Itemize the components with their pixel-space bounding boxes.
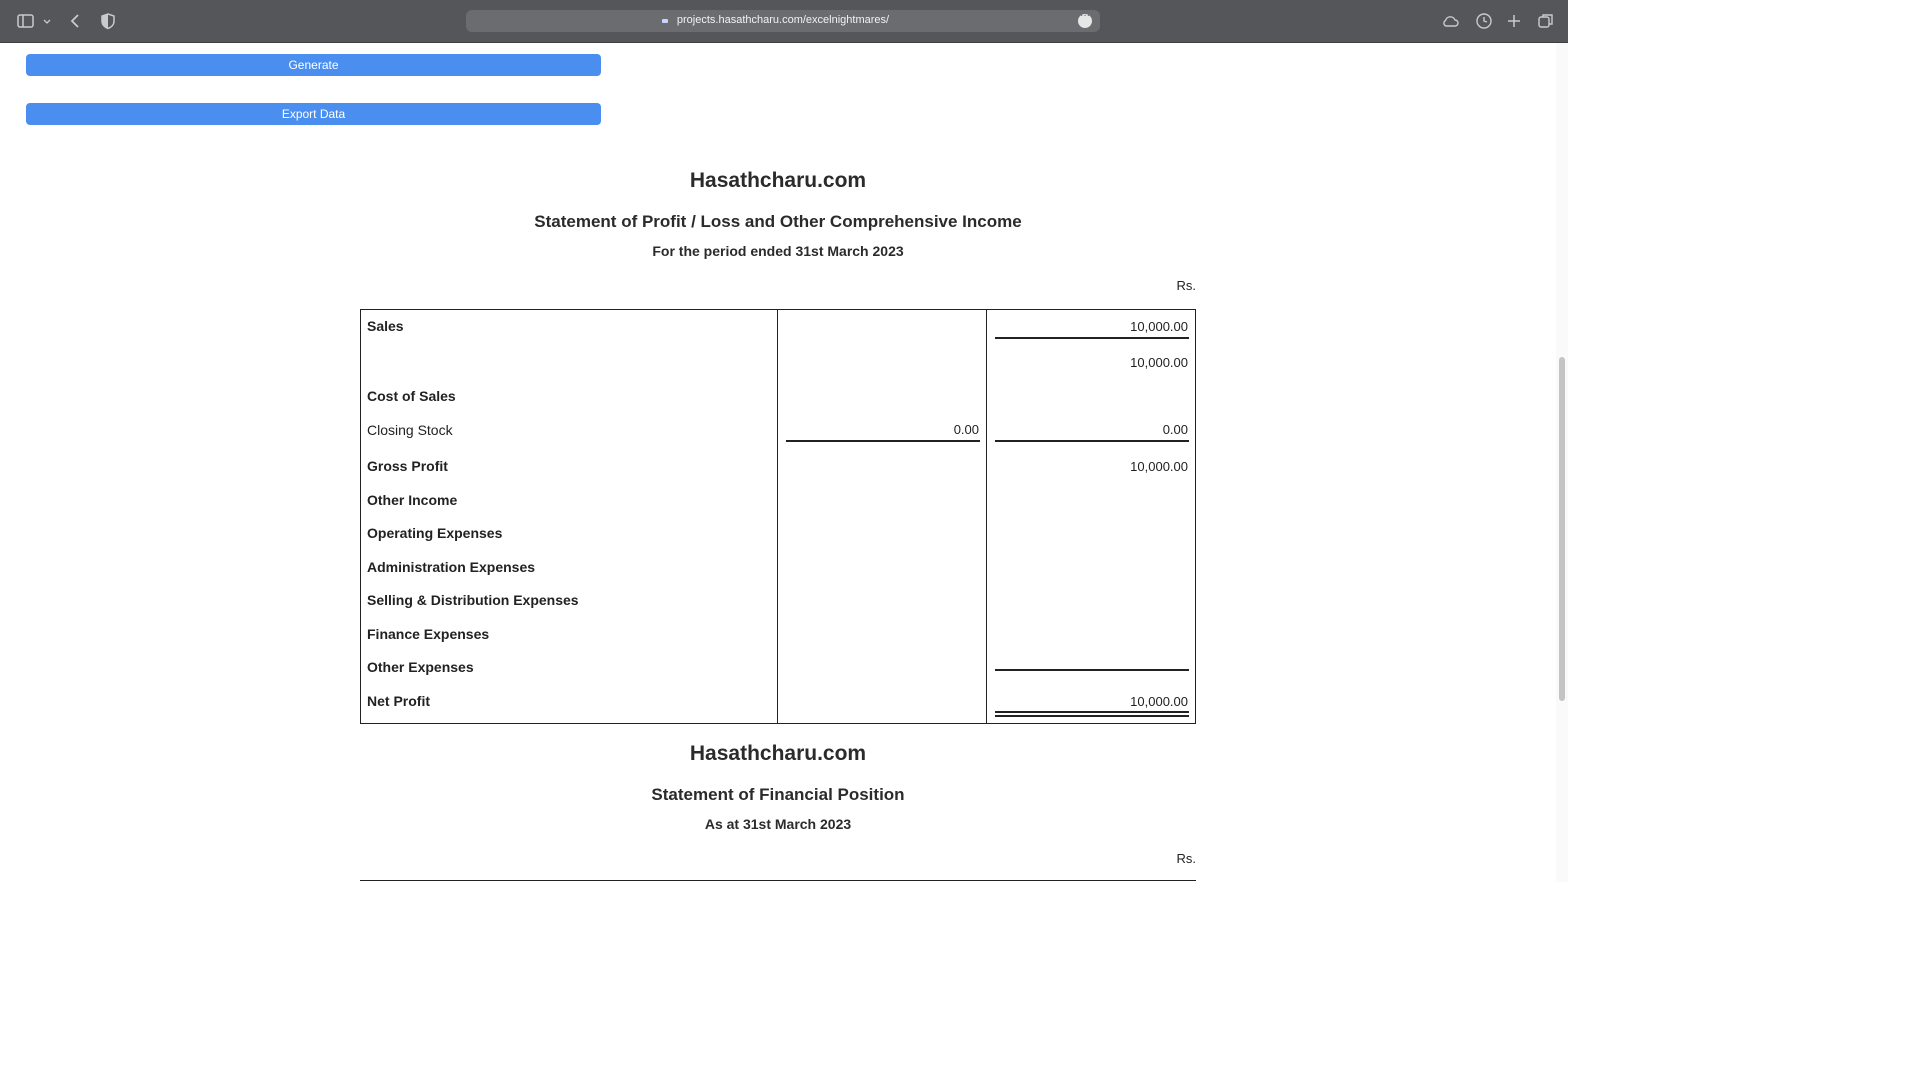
- export-data-button[interactable]: Export Data: [26, 103, 601, 125]
- more-options-icon[interactable]: [1078, 10, 1092, 28]
- value-gross-profit: 10,000.00: [1130, 459, 1188, 474]
- column-divider: [986, 310, 987, 723]
- scrollbar-thumb[interactable]: [1559, 357, 1565, 701]
- row-label-net-profit: Net Profit: [367, 693, 430, 709]
- pl-site-title: Hasathcharu.com: [689, 169, 867, 192]
- row-label-sales: Sales: [367, 318, 404, 334]
- new-tab-plus-icon[interactable]: [1504, 11, 1524, 31]
- tab-overview-icon[interactable]: [1536, 11, 1556, 31]
- row-label-selling-distribution-expenses: Selling & Distribution Expenses: [367, 592, 579, 608]
- value-closing-stock: 0.00: [1162, 422, 1188, 437]
- row-label-administration-expenses: Administration Expenses: [367, 559, 536, 575]
- row-label-other-expenses: Other Expenses: [367, 659, 474, 675]
- row-label-finance-expenses: Finance Expenses: [367, 626, 490, 642]
- back-arrow-icon[interactable]: [66, 11, 86, 31]
- row-label-other-income: Other Income: [367, 492, 458, 508]
- underline: [786, 440, 980, 442]
- row-label-closing-stock: Closing Stock: [367, 422, 453, 438]
- shield-icon[interactable]: [98, 11, 118, 31]
- fp-table-top-border: [360, 880, 1196, 881]
- fp-currency-label: Rs.: [1176, 851, 1197, 866]
- value-closing-stock-sub: 0.00: [953, 422, 979, 437]
- fp-as-at: As at 31st March 2023: [704, 816, 852, 832]
- row-label-gross-profit: Gross Profit: [367, 458, 448, 474]
- cloud-icon[interactable]: [1440, 11, 1460, 31]
- value-sales-total: 10,000.00: [1130, 355, 1188, 370]
- column-divider: [777, 310, 778, 723]
- page-scrollbar[interactable]: [1556, 43, 1568, 882]
- row-label-operating-expenses: Operating Expenses: [367, 525, 503, 541]
- row-label-cost-of-sales: Cost of Sales: [367, 388, 456, 404]
- value-sales: 10,000.00: [1130, 319, 1188, 334]
- history-clock-icon[interactable]: [1474, 11, 1494, 31]
- sidebar-toggle-icon[interactable]: [16, 11, 36, 31]
- browser-toolbar: projects.hasathcharu.com/excelnightmares…: [0, 0, 1568, 43]
- generate-button[interactable]: Generate: [26, 54, 601, 76]
- fp-site-title: Hasathcharu.com: [689, 742, 867, 765]
- pl-period: For the period ended 31st March 2023: [652, 243, 904, 259]
- underline: [995, 337, 1189, 339]
- pl-statement-table: Sales 10,000.00 10,000.00 Cost of Sales …: [360, 309, 1196, 724]
- underline: [995, 440, 1189, 442]
- underline: [995, 669, 1189, 671]
- pl-statement-title: Statement of Profit / Loss and Other Com…: [534, 212, 1022, 231]
- address-bar-url: projects.hasathcharu.com/excelnightmares…: [676, 14, 890, 26]
- address-bar[interactable]: projects.hasathcharu.com/excelnightmares…: [466, 10, 1100, 32]
- fp-statement-title: Statement of Financial Position: [651, 785, 905, 804]
- chevron-down-icon[interactable]: [40, 11, 54, 31]
- value-net-profit: 10,000.00: [1130, 694, 1188, 709]
- double-underline: [995, 711, 1189, 717]
- pl-currency-label: Rs.: [1176, 278, 1197, 293]
